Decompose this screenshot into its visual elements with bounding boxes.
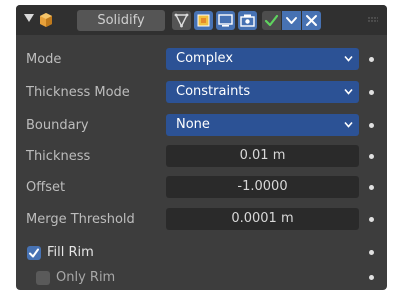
- merge-threshold-field[interactable]: 0.0001 m: [166, 208, 359, 230]
- chevron-down-icon: [344, 55, 353, 62]
- modifier-panel: Solidify Mode Complex Thickness Mode Con…: [16, 5, 387, 290]
- offset-row: Offset -1.0000: [16, 176, 387, 200]
- only-rim-row: Only Rim: [16, 266, 387, 290]
- only-rim-checkbox[interactable]: [36, 271, 50, 285]
- merge-threshold-row: Merge Threshold 0.0001 m: [16, 208, 387, 232]
- modifier-name-field[interactable]: Solidify: [77, 10, 165, 31]
- only-rim-label[interactable]: Only Rim: [56, 266, 115, 290]
- thickness-row: Thickness 0.01 m: [16, 145, 387, 169]
- checkmark-icon: [29, 248, 39, 258]
- close-icon[interactable]: [302, 11, 321, 30]
- chevron-down-icon[interactable]: [282, 11, 301, 30]
- keyframe-dot-icon[interactable]: [369, 154, 374, 159]
- drag-grip-icon[interactable]: [368, 17, 378, 23]
- chevron-down-icon: [344, 121, 353, 128]
- mode-value: Complex: [176, 51, 234, 66]
- render-icon[interactable]: [238, 11, 257, 30]
- thickness-mode-dropdown[interactable]: Constraints: [166, 81, 359, 103]
- mode-row: Mode Complex: [16, 48, 387, 72]
- on-cage-icon[interactable]: [194, 11, 213, 30]
- keyframe-dot-icon[interactable]: [369, 217, 374, 222]
- edit-mode-icon[interactable]: [172, 11, 191, 30]
- boundary-row: Boundary None: [16, 114, 387, 138]
- keyframe-dot-icon[interactable]: [369, 275, 374, 280]
- mode-label: Mode: [26, 52, 62, 67]
- mode-dropdown[interactable]: Complex: [166, 48, 359, 70]
- modifier-header: Solidify: [16, 5, 387, 35]
- keyframe-dot-icon[interactable]: [369, 185, 374, 190]
- fill-rim-label[interactable]: Fill Rim: [47, 241, 94, 265]
- keyframe-dot-icon[interactable]: [369, 250, 374, 255]
- boundary-dropdown[interactable]: None: [166, 114, 359, 136]
- thickness-mode-label: Thickness Mode: [26, 85, 130, 100]
- offset-field[interactable]: -1.0000: [166, 176, 359, 198]
- merge-threshold-label: Merge Threshold: [26, 212, 135, 227]
- collapse-arrow-icon[interactable]: [24, 14, 34, 22]
- keyframe-dot-icon[interactable]: [369, 57, 374, 62]
- chevron-down-icon: [344, 88, 353, 95]
- keyframe-dot-icon[interactable]: [369, 123, 374, 128]
- offset-label: Offset: [26, 180, 66, 195]
- keyframe-dot-icon[interactable]: [369, 90, 374, 95]
- apply-check-icon[interactable]: [262, 11, 281, 30]
- viewport-icon[interactable]: [216, 11, 235, 30]
- boundary-value: None: [176, 117, 210, 132]
- thickness-field[interactable]: 0.01 m: [166, 145, 359, 167]
- boundary-label: Boundary: [26, 118, 89, 133]
- thickness-label: Thickness: [26, 149, 91, 164]
- fill-rim-row: Fill Rim: [16, 241, 387, 265]
- thickness-mode-value: Constraints: [176, 84, 251, 99]
- fill-rim-checkbox[interactable]: [27, 246, 41, 260]
- wrench-icon: [40, 13, 52, 27]
- thickness-mode-row: Thickness Mode Constraints: [16, 81, 387, 105]
